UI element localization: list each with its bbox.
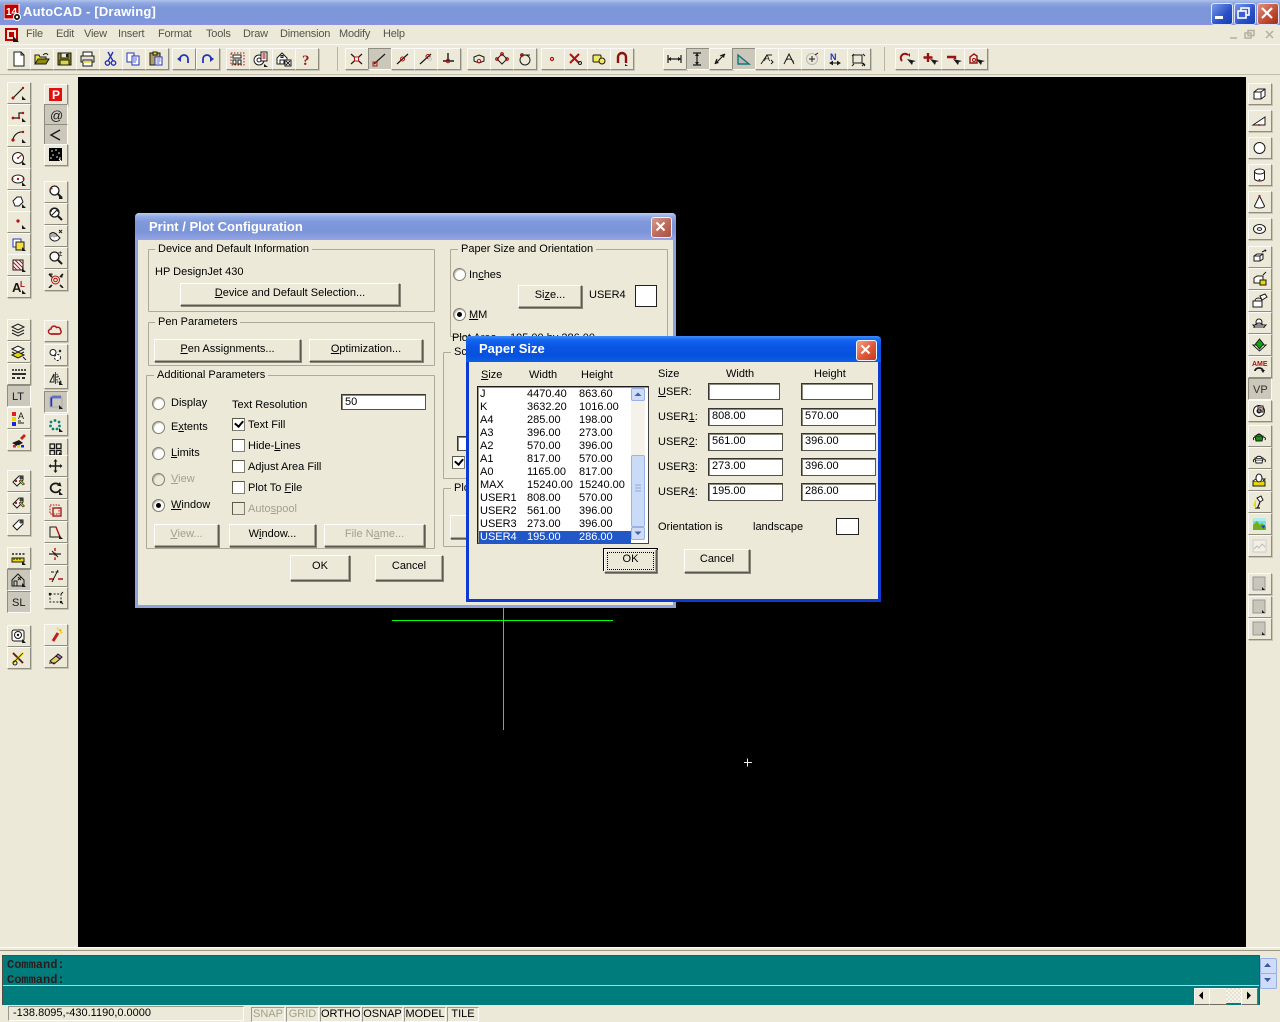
- svg-text:@: @: [50, 108, 63, 123]
- svg-text:AME: AME: [1252, 361, 1268, 368]
- svg-text:P: P: [52, 88, 60, 102]
- svg-text:?: ?: [302, 53, 310, 67]
- svg-text:LT: LT: [12, 391, 24, 403]
- svg-text:N: N: [830, 52, 837, 62]
- svg-text:A: A: [764, 53, 770, 63]
- svg-text:VP: VP: [1253, 384, 1268, 396]
- svg-text:SL: SL: [12, 597, 25, 609]
- svg-text:L: L: [20, 280, 25, 289]
- svg-text:A: A: [18, 411, 24, 421]
- svg-text:±: ±: [58, 250, 63, 258]
